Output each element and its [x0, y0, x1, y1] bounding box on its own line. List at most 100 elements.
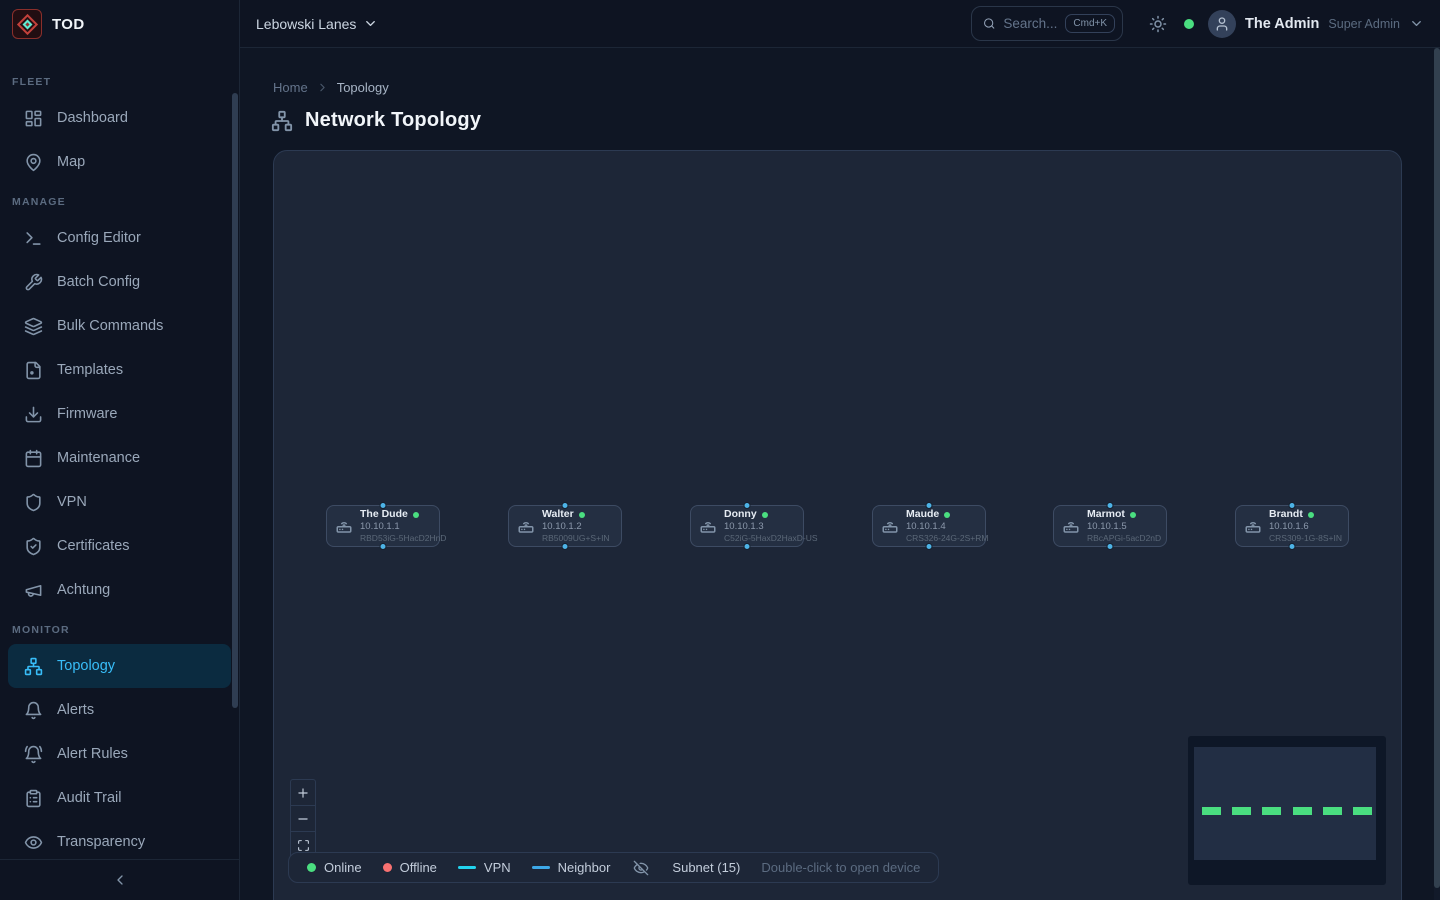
chevron-left-icon: [112, 872, 128, 888]
minimap-node: [1323, 807, 1342, 815]
sidebar-item-audit-trail[interactable]: Audit Trail: [8, 776, 231, 820]
node-status-dot: [413, 512, 419, 518]
wrench-icon: [24, 273, 43, 292]
node-handle-bottom[interactable]: [1107, 543, 1114, 550]
sidebar-item-label: Bulk Commands: [57, 318, 163, 334]
device-node-marmot[interactable]: Marmot10.10.1.5RBcAPGi-5acD2nD: [1053, 505, 1167, 547]
sidebar-item-bulk-commands[interactable]: Bulk Commands: [8, 304, 231, 348]
node-model: C52iG-5HaxD2HaxD-US: [724, 533, 795, 544]
device-node-walter[interactable]: Walter10.10.1.2RB5009UG+S+IN: [508, 505, 622, 547]
user-menu-button[interactable]: [1409, 16, 1424, 31]
minimap-viewport[interactable]: [1194, 747, 1376, 860]
minimap-node: [1202, 807, 1221, 815]
sidebar-item-firmware[interactable]: Firmware: [8, 392, 231, 436]
node-handle-bottom[interactable]: [926, 543, 933, 550]
terminal-icon: [24, 229, 43, 248]
node-model: CRS309-1G-8S+IN: [1269, 533, 1340, 544]
vpn-line-swatch: [458, 866, 476, 869]
sidebar-item-label: Achtung: [57, 582, 110, 598]
header: Lebowski Lanes Search... Cmd+K The Admin…: [240, 0, 1440, 48]
node-status-dot: [944, 512, 950, 518]
minus-icon: [296, 812, 310, 826]
user-icon: [1214, 16, 1230, 32]
sidebar-item-batch-config[interactable]: Batch Config: [8, 260, 231, 304]
sidebar-item-map[interactable]: Map: [8, 140, 231, 184]
sidebar-item-templates[interactable]: Templates: [8, 348, 231, 392]
app-root: TOD FLEETDashboardMapMANAGEConfig Editor…: [0, 0, 1440, 900]
node-ip: 10.10.1.6: [1269, 521, 1340, 533]
sidebar-item-alerts[interactable]: Alerts: [8, 688, 231, 732]
breadcrumb-home[interactable]: Home: [273, 80, 308, 95]
node-handle-bottom[interactable]: [380, 543, 387, 550]
node-name: Walter: [542, 508, 574, 521]
node-name: Maude: [906, 508, 939, 521]
legend: Online Offline VPN Neighbor Subnet (1: [288, 852, 939, 883]
node-handle-top[interactable]: [562, 502, 569, 509]
sidebar-item-alert-rules[interactable]: Alert Rules: [8, 732, 231, 776]
node-handle-top[interactable]: [744, 502, 751, 509]
node-name-row: Brandt: [1269, 508, 1340, 521]
node-handle-bottom[interactable]: [744, 543, 751, 550]
sidebar-collapse-button[interactable]: [0, 859, 239, 900]
sidebar-item-vpn[interactable]: VPN: [8, 480, 231, 524]
sidebar-item-topology[interactable]: Topology: [8, 644, 231, 688]
sidebar-section-label: FLEET: [0, 64, 239, 96]
org-switcher[interactable]: Lebowski Lanes: [256, 16, 378, 32]
sidebar-scrollbar[interactable]: [232, 93, 238, 708]
node-status-dot: [1308, 512, 1314, 518]
node-handle-top[interactable]: [1107, 502, 1114, 509]
device-node-maude[interactable]: Maude10.10.1.4CRS326-24G-2S+RM: [872, 505, 986, 547]
sidebar-item-maintenance[interactable]: Maintenance: [8, 436, 231, 480]
tod-logo-icon: [12, 9, 42, 39]
shield-check-icon: [24, 537, 43, 556]
brand: TOD: [0, 0, 239, 48]
sidebar-item-label: Transparency: [57, 834, 145, 850]
sidebar: TOD FLEETDashboardMapMANAGEConfig Editor…: [0, 0, 240, 900]
breadcrumb: Home Topology: [273, 80, 389, 95]
brand-name: TOD: [52, 16, 85, 33]
theme-toggle-button[interactable]: [1149, 15, 1167, 33]
search-input[interactable]: Search... Cmd+K: [971, 6, 1123, 41]
sidebar-item-label: Topology: [57, 658, 115, 674]
avatar[interactable]: [1208, 10, 1236, 38]
zoom-in-button[interactable]: [291, 780, 315, 806]
network-icon: [24, 657, 43, 676]
node-handle-top[interactable]: [926, 502, 933, 509]
device-node-brandt[interactable]: Brandt10.10.1.6CRS309-1G-8S+IN: [1235, 505, 1349, 547]
sidebar-item-label: Templates: [57, 362, 123, 378]
sidebar-item-config-editor[interactable]: Config Editor: [8, 216, 231, 260]
canvas-hint: Double-click to open device: [761, 860, 920, 875]
sidebar-item-certificates[interactable]: Certificates: [8, 524, 231, 568]
node-handle-top[interactable]: [380, 502, 387, 509]
legend-offline-label: Offline: [400, 860, 437, 875]
sidebar-item-achtung[interactable]: Achtung: [8, 568, 231, 612]
node-handle-top[interactable]: [1289, 502, 1296, 509]
sidebar-item-label: VPN: [57, 494, 87, 510]
sidebar-item-label: Audit Trail: [57, 790, 121, 806]
map-pin-icon: [24, 153, 43, 172]
minimap-node: [1353, 807, 1372, 815]
zoom-out-button[interactable]: [291, 806, 315, 832]
sidebar-item-transparency[interactable]: Transparency: [8, 820, 231, 859]
node-name-row: Maude: [906, 508, 977, 521]
device-node-the-dude[interactable]: The Dude10.10.1.1RBD53iG-5HacD2HnD: [326, 505, 440, 547]
topology-canvas[interactable]: The Dude10.10.1.1RBD53iG-5HacD2HnD Walter…: [273, 150, 1402, 900]
node-ip: 10.10.1.2: [542, 521, 610, 533]
sidebar-item-dashboard[interactable]: Dashboard: [8, 96, 231, 140]
toggle-visibility-button[interactable]: [633, 860, 649, 876]
calendar-icon: [24, 449, 43, 468]
minimap-node: [1262, 807, 1281, 815]
router-icon: [881, 517, 899, 535]
file-icon: [24, 361, 43, 380]
minimap[interactable]: [1188, 736, 1386, 885]
node-ip: 10.10.1.3: [724, 521, 795, 533]
eye-icon: [24, 833, 43, 852]
node-handle-bottom[interactable]: [562, 543, 569, 550]
node-handle-bottom[interactable]: [1289, 543, 1296, 550]
user-role: Super Admin: [1328, 17, 1400, 31]
sidebar-section-label: MONITOR: [0, 612, 239, 644]
eye-off-icon: [633, 860, 649, 876]
page-scrollbar-thumb[interactable]: [1434, 48, 1440, 888]
sidebar-item-label: Certificates: [57, 538, 130, 554]
device-node-donny[interactable]: Donny10.10.1.3C52iG-5HaxD2HaxD-US: [690, 505, 804, 547]
